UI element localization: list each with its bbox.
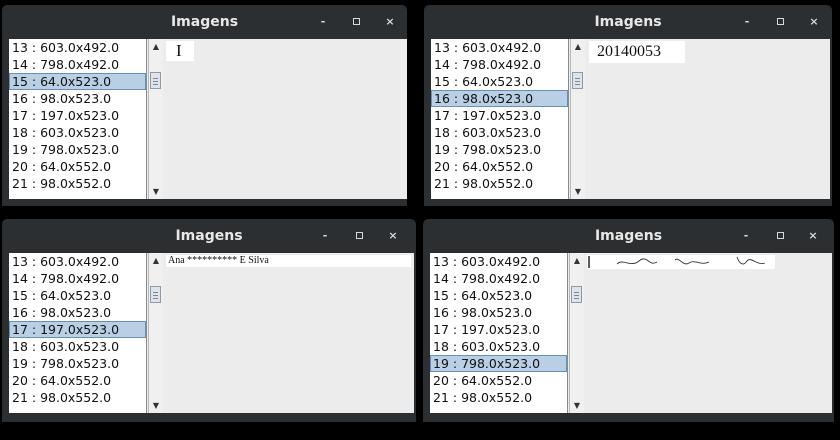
list-item[interactable]: 15 : 64.0x523.0 [431, 73, 568, 90]
vertical-scrollbar[interactable]: ▲ ▼ [570, 39, 585, 199]
window-content: 13 : 603.0x492.0 14 : 798.0x492.0 15 : 6… [9, 253, 414, 413]
list-item[interactable]: 16 : 98.0x523.0 [9, 304, 146, 321]
maximize-icon[interactable] [351, 228, 367, 244]
titlebar[interactable]: Imagens - × [423, 219, 834, 253]
list-item[interactable]: 15 : 64.0x523.0 [9, 287, 146, 304]
close-icon[interactable]: × [806, 14, 822, 30]
scroll-thumb[interactable] [150, 286, 161, 303]
list-item[interactable]: 13 : 603.0x492.0 [430, 253, 567, 270]
list-item[interactable]: 21 : 98.0x552.0 [9, 389, 146, 406]
imagens-window-4: Imagens - × 13 : 603.0x492.0 14 : 798.0x… [423, 219, 834, 422]
maximize-icon[interactable] [772, 14, 788, 30]
list-item-selected[interactable]: 17 : 197.0x523.0 [9, 321, 146, 338]
list-item[interactable]: 18 : 603.0x523.0 [9, 338, 146, 355]
list-item[interactable]: 19 : 798.0x523.0 [9, 141, 146, 158]
list-item[interactable]: 18 : 603.0x523.0 [430, 338, 567, 355]
minimize-icon[interactable]: - [739, 14, 755, 30]
window-content: 13 : 603.0x492.0 14 : 798.0x492.0 15 : 6… [431, 39, 830, 199]
maximize-icon[interactable] [348, 14, 364, 30]
titlebar[interactable]: Imagens - × [2, 219, 416, 253]
close-icon[interactable]: × [382, 14, 398, 30]
list-item[interactable]: 21 : 98.0x552.0 [431, 175, 568, 192]
image-list[interactable]: 13 : 603.0x492.0 14 : 798.0x492.0 15 : 6… [9, 253, 147, 413]
list-item[interactable]: 14 : 798.0x492.0 [430, 270, 567, 287]
list-item[interactable]: 17 : 197.0x523.0 [431, 107, 568, 124]
scroll-thumb[interactable] [571, 286, 582, 303]
list-item[interactable]: 13 : 603.0x492.0 [9, 253, 146, 270]
imagens-window-1: Imagens - × 13 : 603.0x492.0 14 : 798.0x… [2, 5, 407, 206]
list-item[interactable]: 15 : 64.0x523.0 [430, 287, 567, 304]
image-preview: Ana ********** E Silva [166, 255, 411, 267]
list-item[interactable]: 16 : 98.0x523.0 [430, 304, 567, 321]
image-list[interactable]: 13 : 603.0x492.0 14 : 798.0x492.0 15 : 6… [431, 39, 569, 199]
list-item[interactable]: 20 : 64.0x552.0 [431, 158, 568, 175]
window-content: 13 : 603.0x492.0 14 : 798.0x492.0 15 : 6… [430, 253, 832, 413]
list-item[interactable]: 16 : 98.0x523.0 [9, 90, 146, 107]
minimize-icon[interactable]: - [315, 14, 331, 30]
handwriting-preview [587, 255, 775, 269]
handwriting-image [588, 256, 766, 268]
vertical-scrollbar[interactable]: ▲ ▼ [569, 253, 584, 413]
list-item[interactable]: 19 : 798.0x523.0 [9, 355, 146, 372]
list-item[interactable]: 13 : 603.0x492.0 [9, 39, 146, 56]
window-title: Imagens [594, 14, 662, 30]
image-list[interactable]: 13 : 603.0x492.0 14 : 798.0x492.0 15 : 6… [9, 39, 147, 199]
list-item[interactable]: 13 : 603.0x492.0 [431, 39, 568, 56]
minimize-icon[interactable]: - [317, 228, 333, 244]
image-list[interactable]: 13 : 603.0x492.0 14 : 798.0x492.0 15 : 6… [430, 253, 568, 413]
list-item[interactable]: 20 : 64.0x552.0 [430, 372, 567, 389]
list-item[interactable]: 20 : 64.0x552.0 [9, 372, 146, 389]
list-item[interactable]: 14 : 798.0x492.0 [9, 270, 146, 287]
arrow-up-icon[interactable]: ▲ [570, 254, 584, 267]
arrow-up-icon[interactable]: ▲ [149, 254, 163, 267]
arrow-down-icon[interactable]: ▼ [149, 185, 163, 198]
list-item[interactable]: 20 : 64.0x552.0 [9, 158, 146, 175]
arrow-down-icon[interactable]: ▼ [570, 399, 584, 412]
list-item[interactable]: 14 : 798.0x492.0 [9, 56, 146, 73]
close-icon[interactable]: × [385, 228, 401, 244]
arrow-down-icon[interactable]: ▼ [571, 185, 585, 198]
list-item[interactable]: 21 : 98.0x552.0 [9, 175, 146, 192]
maximize-icon[interactable] [772, 228, 788, 244]
list-item[interactable]: 21 : 98.0x552.0 [430, 389, 567, 406]
scroll-thumb[interactable] [572, 72, 583, 89]
vertical-scrollbar[interactable]: ▲ ▼ [148, 253, 163, 413]
image-preview: I [166, 41, 194, 61]
list-item-selected[interactable]: 16 : 98.0x523.0 [431, 90, 568, 107]
list-item[interactable]: 14 : 798.0x492.0 [431, 56, 568, 73]
list-item-selected[interactable]: 15 : 64.0x523.0 [9, 73, 146, 90]
list-item[interactable]: 17 : 197.0x523.0 [430, 321, 567, 338]
vertical-scrollbar[interactable]: ▲ ▼ [148, 39, 163, 199]
list-item[interactable]: 19 : 798.0x523.0 [431, 141, 568, 158]
close-icon[interactable]: × [805, 228, 821, 244]
window-title: Imagens [170, 14, 239, 30]
image-preview: 20140053 [589, 41, 685, 63]
imagens-window-2: Imagens - × 13 : 603.0x492.0 14 : 798.0x… [424, 5, 832, 206]
arrow-up-icon[interactable]: ▲ [571, 40, 585, 53]
scroll-thumb[interactable] [150, 72, 161, 89]
list-item[interactable]: 18 : 603.0x523.0 [431, 124, 568, 141]
arrow-up-icon[interactable]: ▲ [149, 40, 163, 53]
list-item-selected[interactable]: 19 : 798.0x523.0 [430, 355, 567, 372]
window-content: 13 : 603.0x492.0 14 : 798.0x492.0 15 : 6… [9, 39, 407, 199]
minimize-icon[interactable]: - [738, 228, 754, 244]
list-item[interactable]: 17 : 197.0x523.0 [9, 107, 146, 124]
imagens-window-3: Imagens - × 13 : 603.0x492.0 14 : 798.0x… [2, 219, 416, 422]
titlebar[interactable]: Imagens - × [2, 5, 407, 39]
list-item[interactable]: 18 : 603.0x523.0 [9, 124, 146, 141]
titlebar[interactable]: Imagens - × [424, 5, 832, 39]
arrow-down-icon[interactable]: ▼ [149, 399, 163, 412]
